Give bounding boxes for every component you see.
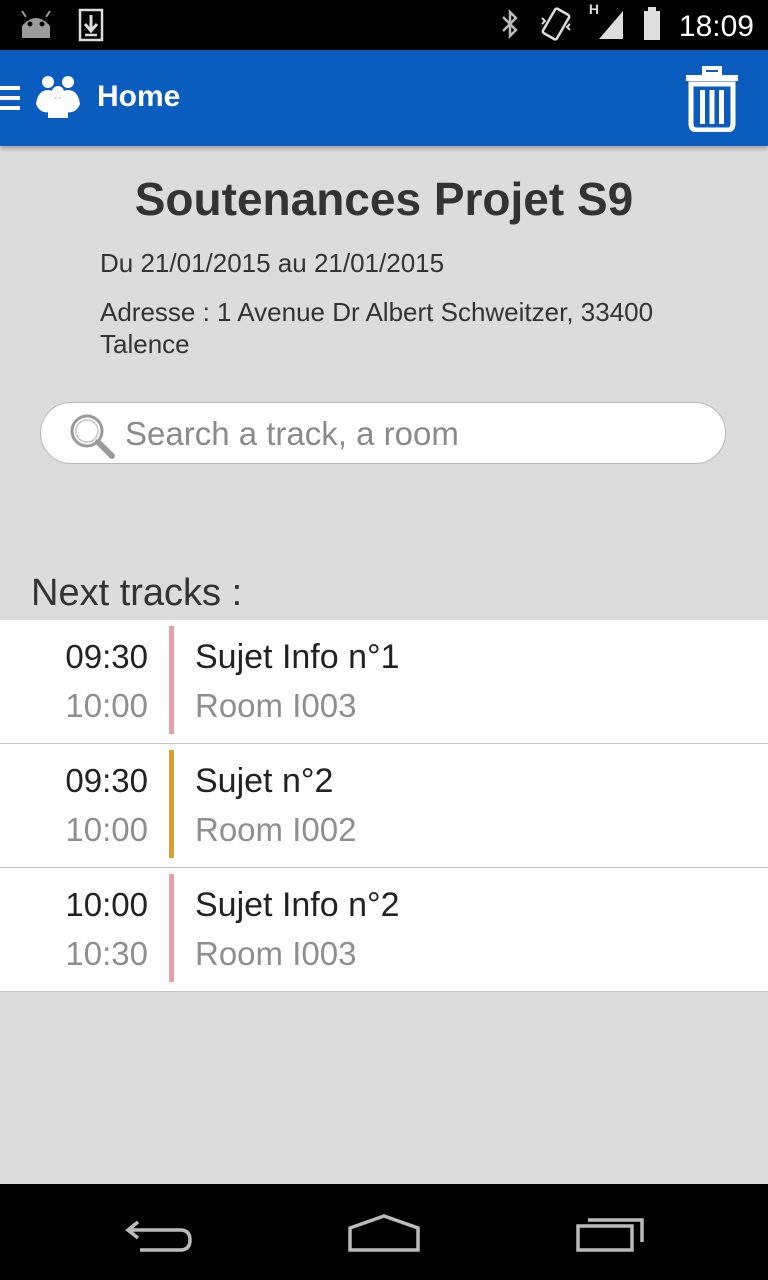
- app-bar: Home: [0, 50, 768, 146]
- home-icon[interactable]: [346, 1214, 422, 1259]
- track-room: Room I003: [195, 935, 357, 972]
- event-dates: Du 21/01/2015 au 21/01/2015: [100, 248, 445, 278]
- navigation-bar: [0, 1184, 768, 1280]
- next-tracks-label: Next tracks :: [31, 572, 243, 614]
- bluetooth-icon: [499, 7, 521, 46]
- track-start-time: 10:00: [65, 886, 148, 923]
- event-address: Adresse : 1 Avenue Dr Albert Schweitzer,…: [100, 297, 654, 359]
- track-end-time: 10:00: [65, 811, 148, 848]
- track-end-time: 10:00: [65, 687, 148, 724]
- page-title: Home: [97, 80, 181, 113]
- status-bar: H 18:09: [0, 0, 768, 50]
- track-name: Sujet n°2: [195, 762, 334, 800]
- back-icon[interactable]: [124, 1214, 194, 1259]
- track-name: Sujet Info n°2: [195, 886, 400, 924]
- track-row[interactable]: 10:00 10:30 Sujet Info n°2 Room I003: [0, 868, 768, 992]
- track-start-time: 09:30: [65, 638, 148, 675]
- trash-icon[interactable]: [684, 66, 740, 137]
- track-room: Room I003: [195, 687, 357, 724]
- track-name: Sujet Info n°1: [195, 638, 400, 676]
- download-icon: [78, 8, 104, 47]
- app-logo-icon[interactable]: [34, 74, 82, 125]
- track-color-bar: [169, 874, 174, 982]
- search-box[interactable]: [40, 402, 726, 464]
- vibrate-icon: [539, 6, 573, 47]
- recents-icon[interactable]: [574, 1214, 646, 1259]
- menu-icon[interactable]: [0, 84, 22, 119]
- battery-icon: [643, 7, 661, 46]
- track-color-bar: [169, 626, 174, 734]
- search-icon: [67, 411, 117, 466]
- clock: 18:09: [678, 9, 754, 43]
- track-row[interactable]: 09:30 10:00 Sujet n°2 Room I002: [0, 744, 768, 868]
- track-end-time: 10:30: [65, 935, 148, 972]
- track-start-time: 09:30: [65, 762, 148, 799]
- track-color-bar: [169, 750, 174, 858]
- signal-icon: H: [589, 1, 625, 46]
- android-icon: [16, 8, 56, 47]
- track-row[interactable]: 09:30 10:00 Sujet Info n°1 Room I003: [0, 620, 768, 744]
- event-title: Soutenances Projet S9: [134, 173, 634, 225]
- tracks-list: 09:30 10:00 Sujet Info n°1 Room I003 09:…: [0, 620, 768, 992]
- track-room: Room I002: [195, 811, 357, 848]
- search-input[interactable]: [123, 409, 707, 459]
